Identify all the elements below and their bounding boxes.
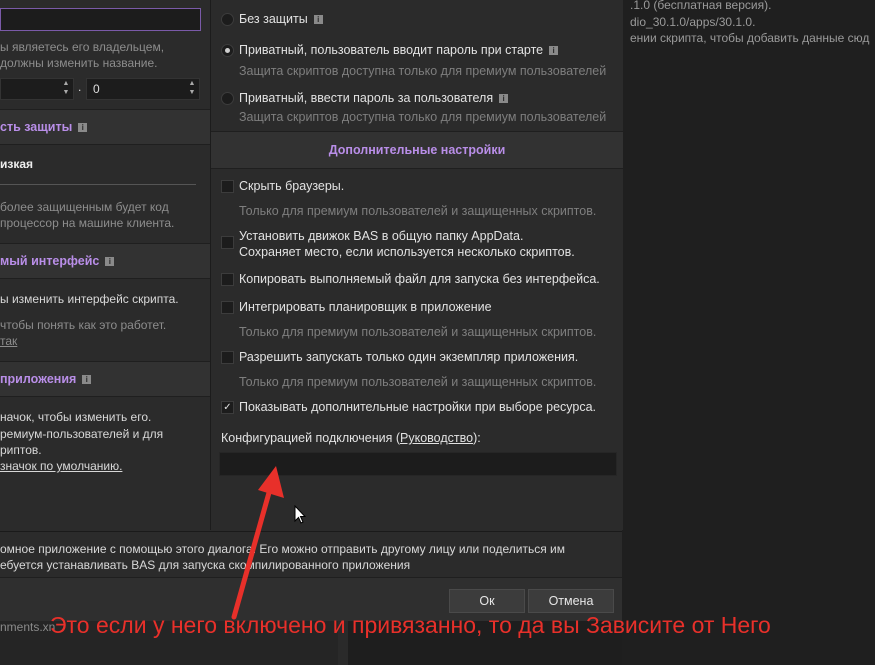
ui-desc-line: ы изменить интерфейс скрипта. bbox=[0, 292, 179, 306]
description-line: ебуется устанавливать BAS для запуска ск… bbox=[0, 558, 411, 572]
ok-button[interactable]: Ок bbox=[449, 589, 525, 613]
radio-private-enter-password[interactable] bbox=[221, 92, 234, 105]
annotation-arrow-icon bbox=[231, 466, 284, 620]
compile-dialog: ы являетесь его владельцем, должны измен… bbox=[0, 0, 623, 621]
advanced-settings-title: Дополнительные настройки bbox=[328, 143, 506, 157]
name-hint-line: ы являетесь его владельцем, bbox=[0, 40, 165, 54]
premium-note: Защита скриптов доступна только для прем… bbox=[239, 64, 607, 78]
radio-no-protection-label[interactable]: Без защиты i bbox=[239, 12, 323, 26]
background-file-name: nments.xn bbox=[0, 620, 56, 634]
info-icon[interactable]: i bbox=[78, 123, 88, 133]
checkbox-appdata-engine[interactable] bbox=[221, 236, 234, 249]
connection-config-label: Конфигурацией подключения (Руководство): bbox=[221, 431, 481, 445]
premium-note: Только для премиум пользователей и защищ… bbox=[239, 204, 597, 218]
background-log-line: .1.0 (бесплатная версия). bbox=[630, 0, 772, 12]
checkbox-integrate-scheduler[interactable] bbox=[221, 301, 234, 314]
app-name-input[interactable] bbox=[0, 8, 201, 31]
protection-desc-line: процессор на машине клиента. bbox=[0, 216, 175, 230]
protection-slider-track[interactable] bbox=[0, 184, 196, 185]
dialog-description: омное приложение с помощью этого диалога… bbox=[0, 531, 622, 578]
checkbox-show-resource-settings-label[interactable]: Показывать дополнительные настройки при … bbox=[239, 400, 596, 414]
checkbox-copy-executable-label[interactable]: Копировать выполняемый файл для запуска … bbox=[239, 272, 600, 286]
radio-private-user-password[interactable] bbox=[221, 44, 234, 57]
background-log-line: dio_30.1.0/apps/30.1.0. bbox=[630, 15, 756, 29]
checkbox-hide-browsers-label[interactable]: Скрыть браузеры. bbox=[239, 179, 344, 193]
checkbox-single-instance[interactable] bbox=[221, 351, 234, 364]
info-icon[interactable]: i bbox=[313, 15, 323, 25]
guide-link[interactable]: Руководство bbox=[400, 431, 473, 445]
protection-desc-line: более защищенным будет код bbox=[0, 200, 169, 214]
checkbox-integrate-scheduler-label[interactable]: Интегрировать планировщик в приложение bbox=[239, 300, 492, 314]
ui-section-title: мый интерфейс i bbox=[0, 254, 115, 268]
name-hint-line: должны изменить название. bbox=[0, 56, 158, 70]
advanced-settings-header: Дополнительные настройки bbox=[211, 131, 623, 169]
protection-section-title: сть защиты i bbox=[0, 120, 88, 134]
premium-note: Защита скриптов доступна только для прем… bbox=[239, 110, 607, 124]
version-minor-spinner[interactable]: ▲ ▼ bbox=[186, 79, 198, 98]
info-icon[interactable]: i bbox=[82, 375, 92, 385]
info-icon[interactable]: i bbox=[549, 46, 559, 56]
version-major-spinner[interactable]: ▲ ▼ bbox=[60, 79, 72, 98]
protection-level-value[interactable]: изкая bbox=[0, 157, 33, 171]
radio-private-user-password-label[interactable]: Приватный, пользователь вводит пароль пр… bbox=[239, 43, 559, 57]
annotation-text: Это если у него включено и привязанно, т… bbox=[50, 612, 771, 638]
checkbox-appdata-engine-label-2: Сохраняет место, если используется неско… bbox=[239, 245, 575, 259]
protection-section-header: сть защиты i bbox=[0, 109, 210, 145]
checkbox-copy-executable[interactable] bbox=[221, 273, 234, 286]
background-app-panel: .1.0 (бесплатная версия). dio_30.1.0/app… bbox=[622, 0, 875, 665]
right-settings-column: Без защиты i Приватный, пользователь ввод… bbox=[210, 0, 623, 530]
ui-section-header: мый интерфейс i bbox=[0, 243, 210, 279]
ui-help-link[interactable]: так bbox=[0, 334, 17, 348]
checkbox-hide-browsers[interactable] bbox=[221, 180, 234, 193]
checkbox-appdata-engine-label[interactable]: Установить движок BAS в общую папку AppD… bbox=[239, 229, 523, 243]
app-icon-desc-line: риптов. bbox=[0, 443, 42, 457]
version-separator: . bbox=[78, 80, 82, 94]
radio-private-enter-password-label[interactable]: Приватный, ввести пароль за пользователя… bbox=[239, 91, 509, 105]
info-icon[interactable]: i bbox=[105, 257, 115, 267]
default-icon-link[interactable]: значок по умолчанию. bbox=[0, 459, 122, 473]
version-minor-value: 0 bbox=[93, 82, 100, 96]
app-icon-desc-line: начок, чтобы изменить его. bbox=[0, 410, 152, 424]
app-section-title: приложения i bbox=[0, 372, 92, 386]
app-icon-desc-line: ремиум-пользователей и для bbox=[0, 427, 164, 441]
ui-desc-line: чтобы понять как это работет. bbox=[0, 318, 167, 332]
radio-no-protection[interactable] bbox=[221, 13, 234, 26]
checkbox-show-resource-settings[interactable]: ✓ bbox=[221, 401, 234, 414]
background-log-line: ении скрипта, чтобы добавить данные сюд bbox=[630, 31, 870, 45]
version-minor-input[interactable]: 0 bbox=[86, 78, 200, 100]
left-settings-column: ы являетесь его владельцем, должны измен… bbox=[0, 0, 210, 530]
info-icon[interactable]: i bbox=[499, 94, 509, 104]
mouse-cursor-icon bbox=[294, 505, 306, 524]
cancel-button[interactable]: Отмена bbox=[528, 589, 614, 613]
premium-note: Только для премиум пользователей и защищ… bbox=[239, 375, 597, 389]
checkbox-single-instance-label[interactable]: Разрешить запускать только один экземпля… bbox=[239, 350, 578, 364]
app-section-header: приложения i bbox=[0, 361, 210, 397]
premium-note: Только для премиум пользователей и защищ… bbox=[239, 325, 597, 339]
